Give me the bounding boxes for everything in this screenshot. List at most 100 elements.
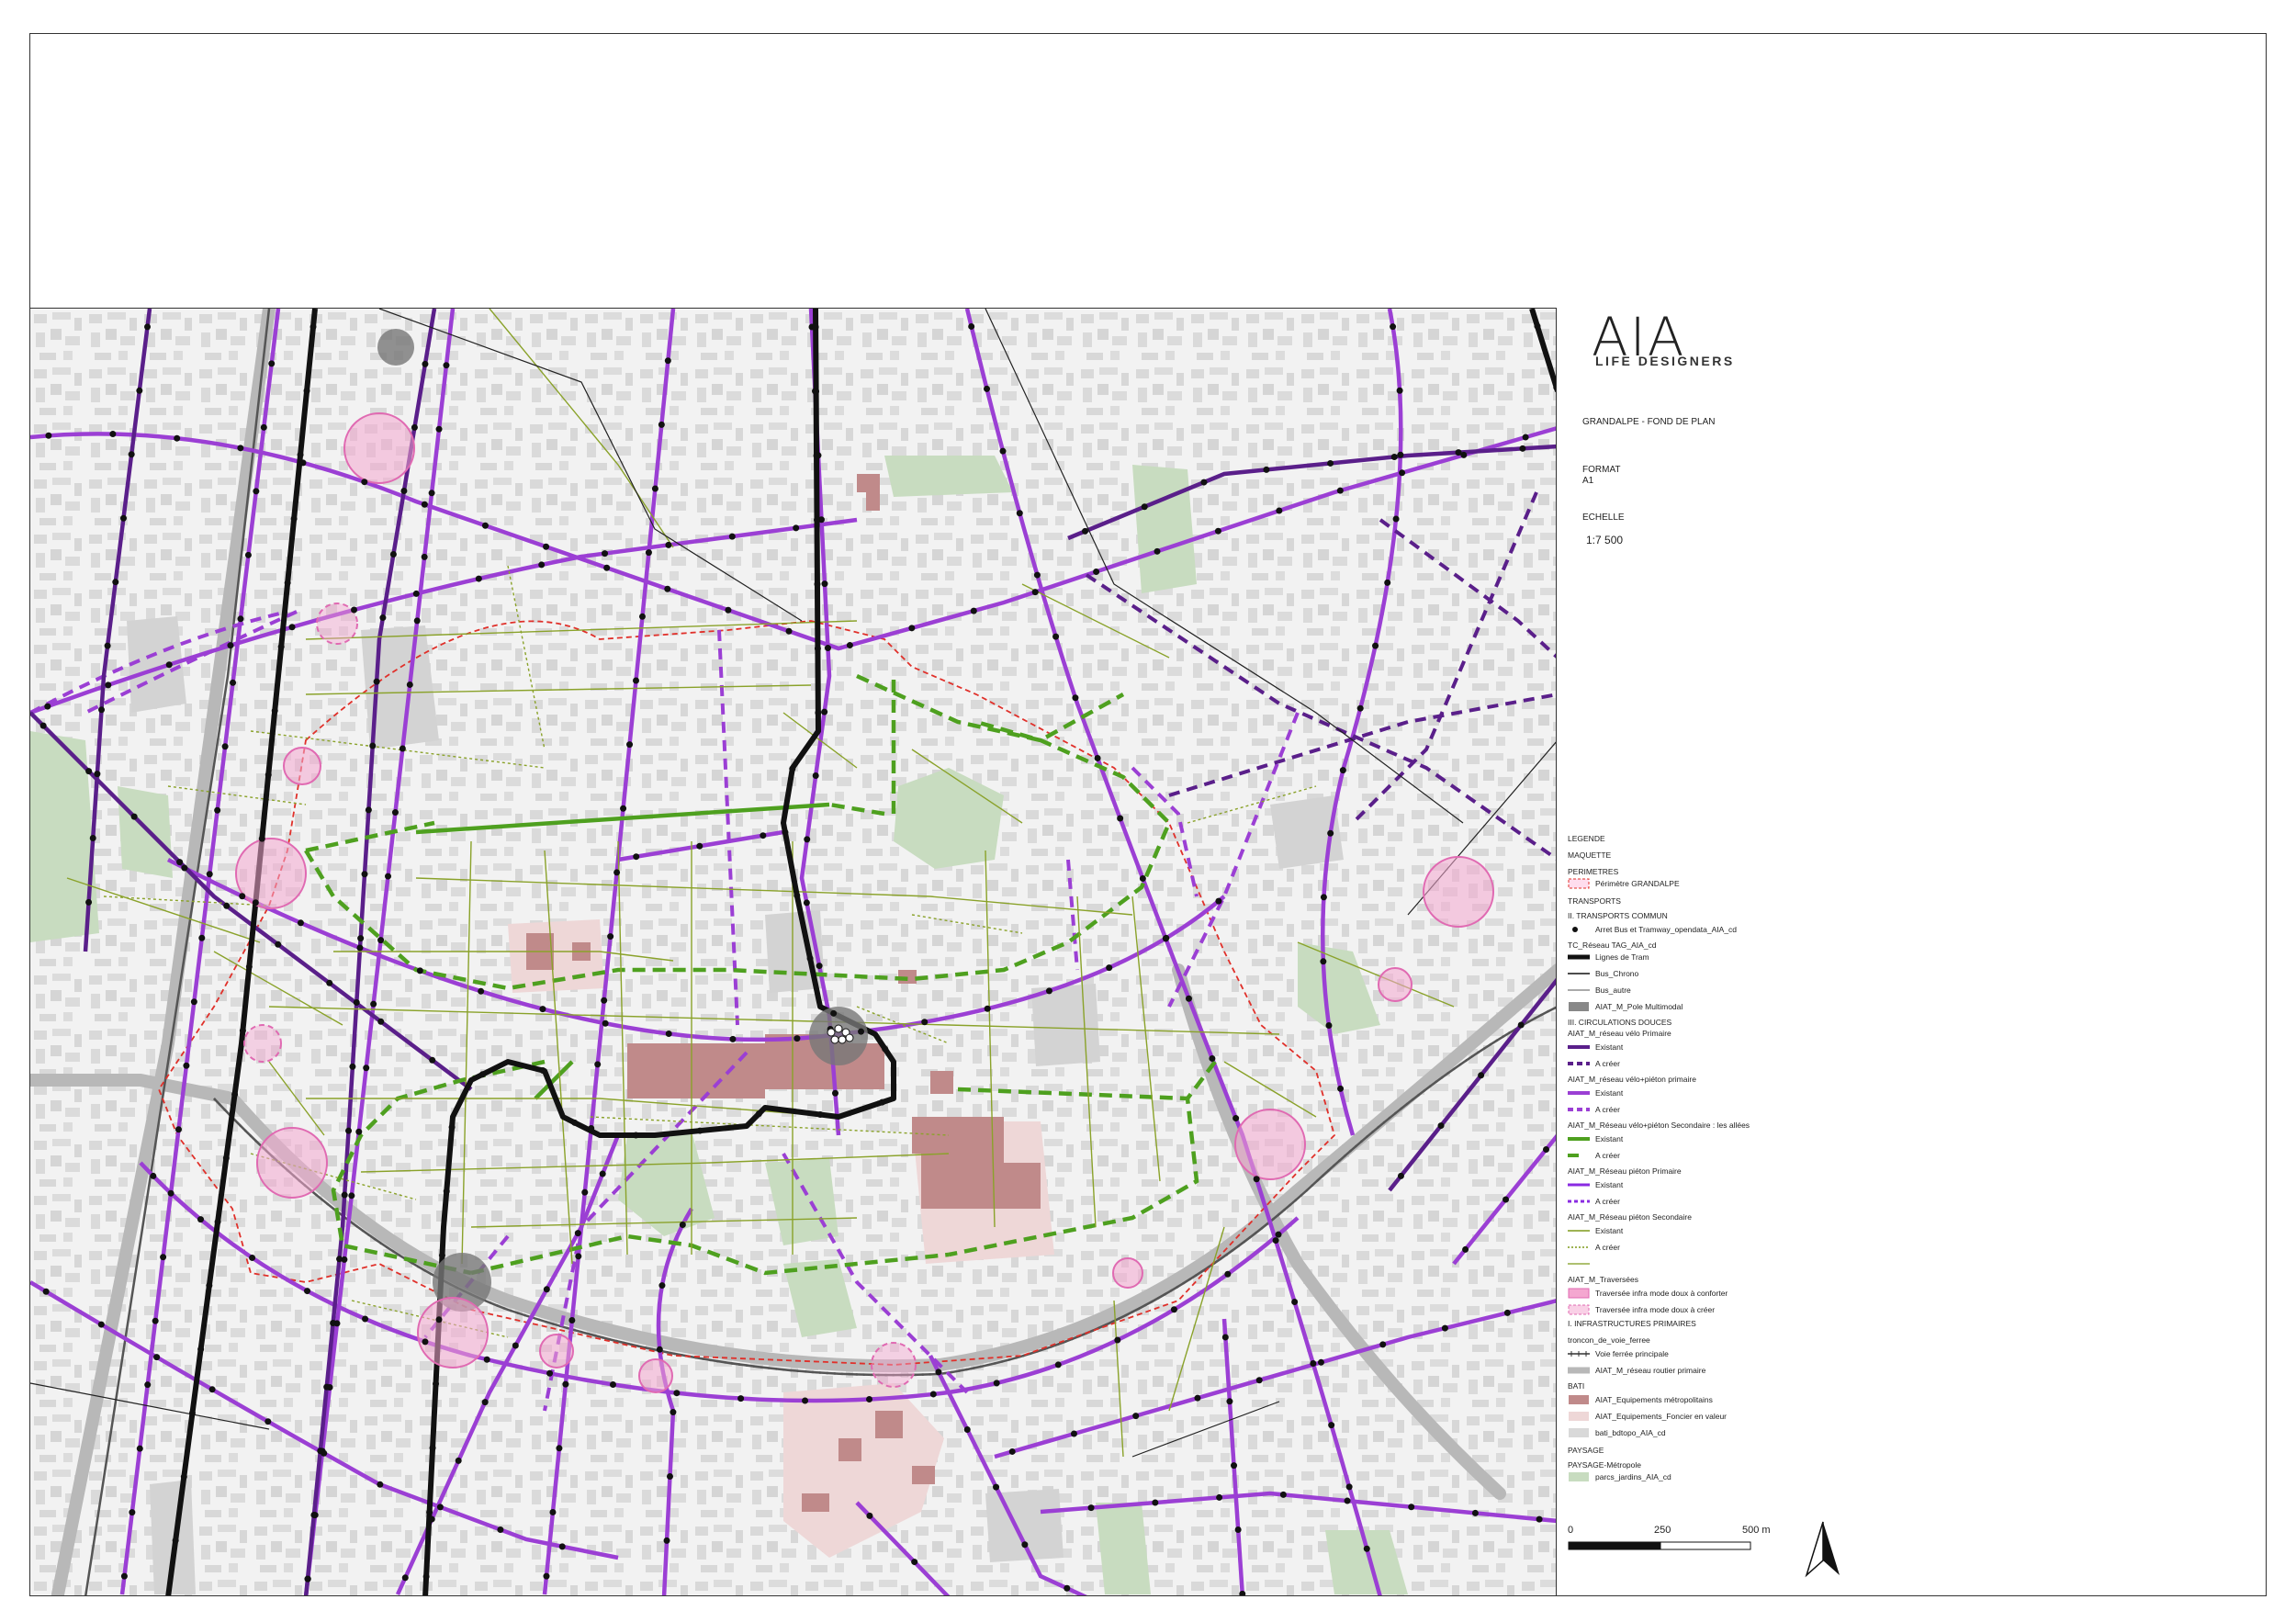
stop-marker	[1162, 935, 1169, 942]
legend-pieton-primaire: AIAT_M_Réseau piéton Primaire	[1568, 1166, 1682, 1176]
stop-marker	[304, 1575, 311, 1583]
stop-marker	[620, 805, 627, 812]
stop-marker	[911, 1559, 918, 1566]
legend-velo-pieton-secondaire: AIAT_M_Réseau vélo+piéton Secondaire : l…	[1568, 1121, 1750, 1130]
stop-marker	[160, 1254, 167, 1261]
stop-marker	[821, 580, 828, 588]
stop-marker	[1224, 1270, 1232, 1278]
legend-panel: AIA LIFE DESIGNERS GRANDALPE - FOND DE P…	[1557, 306, 2267, 1596]
stop-marker	[1291, 1298, 1299, 1305]
legend-item-pole: AIAT_M_Pole Multimodal	[1568, 1001, 1683, 1012]
scale-label: ECHELLE	[1582, 513, 1625, 523]
stop-marker	[846, 642, 853, 649]
legend-label: Périmètre GRANDALPE	[1595, 879, 1680, 888]
stop-marker	[1117, 815, 1124, 822]
stop-marker	[136, 387, 143, 394]
legend-label: Voie ferrée principale	[1595, 1349, 1669, 1358]
road-swatch	[1568, 1365, 1590, 1376]
stop-marker	[1021, 1541, 1029, 1549]
stop-marker	[165, 661, 173, 669]
stop-marker	[188, 1409, 196, 1416]
legend-item-traversee-conforter: Traversée infra mode doux à conforter	[1568, 1288, 1728, 1299]
legend-transports: TRANSPORTS	[1568, 896, 1621, 906]
stop-marker	[984, 385, 991, 392]
stop-marker	[181, 864, 188, 872]
stop-marker	[341, 1191, 348, 1199]
legend-item-ps-a-creer: A créer	[1568, 1242, 1620, 1253]
velo-existant-swatch	[1568, 1042, 1590, 1053]
stop-marker	[793, 1035, 801, 1042]
stop-marker	[816, 1111, 824, 1119]
stop-marker	[297, 451, 304, 458]
map-canvas[interactable]	[30, 309, 1557, 1596]
stop-marker	[190, 998, 197, 1006]
stop-marker	[258, 835, 265, 842]
stop-marker	[594, 1061, 602, 1068]
legend-item-vp-existant: Existant	[1568, 1087, 1623, 1098]
stop-marker	[389, 551, 397, 558]
stop-marker	[421, 553, 428, 560]
stop-marker	[993, 1483, 1000, 1491]
legend-item-tram: Lignes de Tram	[1568, 952, 1649, 963]
legend-tc-reseau: TC_Réseau TAG_AIA_cd	[1568, 941, 1657, 950]
stop-marker	[1336, 487, 1344, 494]
stop-marker	[824, 645, 831, 652]
legend-label: Traversée infra mode doux à créer	[1595, 1305, 1716, 1314]
stop-marker	[222, 1155, 230, 1162]
stop-marker	[422, 360, 429, 367]
legend-item-bus-autre: Bus_autre	[1568, 985, 1631, 996]
stop-marker	[1226, 1398, 1233, 1405]
stop-marker	[1070, 1430, 1077, 1437]
stop-marker	[539, 1006, 546, 1013]
legend-circulations: III. CIRCULATIONS DOUCES	[1568, 1018, 1672, 1027]
legend-paysage-metropole: PAYSAGE-Métropole	[1568, 1460, 1641, 1470]
legend-velo-primaire: AIAT_M_réseau vélo Primaire	[1568, 1029, 1671, 1038]
stop-marker	[264, 771, 272, 778]
stop-marker	[574, 1230, 581, 1237]
stop-marker	[838, 1035, 847, 1044]
vp-a-creer-swatch	[1568, 1104, 1590, 1115]
stop-marker	[737, 1395, 745, 1402]
stop-marker	[94, 771, 101, 778]
stop-marker	[345, 1127, 353, 1134]
stop-marker	[330, 1319, 337, 1326]
legend-title: LEGENDE	[1568, 834, 1605, 843]
stop-marker	[984, 1005, 991, 1012]
stop-marker	[543, 1572, 550, 1580]
stop-marker	[413, 617, 421, 625]
stop-marker	[845, 1033, 854, 1042]
logo-subtitle: LIFE DESIGNERS	[1595, 354, 1735, 368]
legend-item-arret: Arret Bus et Tramway_opendata_AIA_cd	[1568, 924, 1737, 935]
stop-marker	[323, 1383, 331, 1391]
stop-marker	[104, 642, 111, 649]
stop-marker	[361, 479, 368, 486]
stop-marker	[1194, 1394, 1201, 1402]
stop-marker	[638, 613, 646, 620]
stop-marker	[1185, 995, 1192, 1002]
stop-marker	[696, 1127, 703, 1134]
map-frame[interactable]	[29, 308, 1557, 1596]
stop-marker	[406, 681, 413, 688]
stop-marker	[556, 1445, 563, 1452]
ps-existant-swatch	[1568, 1225, 1590, 1236]
stop-marker	[1534, 322, 1541, 330]
legend-label: Arret Bus et Tramway_opendata_AIA_cd	[1595, 925, 1738, 934]
stop-marker	[1437, 1122, 1445, 1130]
legend-item-routier: AIAT_M_réseau routier primaire	[1568, 1365, 1705, 1376]
stop-marker	[297, 919, 304, 927]
stop-marker	[626, 741, 634, 749]
stop-marker	[326, 979, 333, 986]
legend-label: Traversée infra mode doux à conforter	[1595, 1289, 1728, 1298]
stop-marker	[1441, 1324, 1448, 1332]
stop-marker	[1503, 1196, 1510, 1203]
legend-item-vp-a-creer: A créer	[1568, 1104, 1620, 1115]
stop-marker	[539, 1067, 546, 1075]
stop-marker	[144, 323, 152, 331]
legend-label: A créer	[1595, 1059, 1620, 1068]
stop-marker	[1320, 958, 1327, 965]
legend-item-velo-a-creer: A créer	[1568, 1058, 1620, 1069]
stop-marker	[85, 768, 93, 775]
stop-marker	[231, 1091, 239, 1098]
stop-marker	[379, 614, 387, 622]
stop-marker	[42, 1288, 50, 1295]
